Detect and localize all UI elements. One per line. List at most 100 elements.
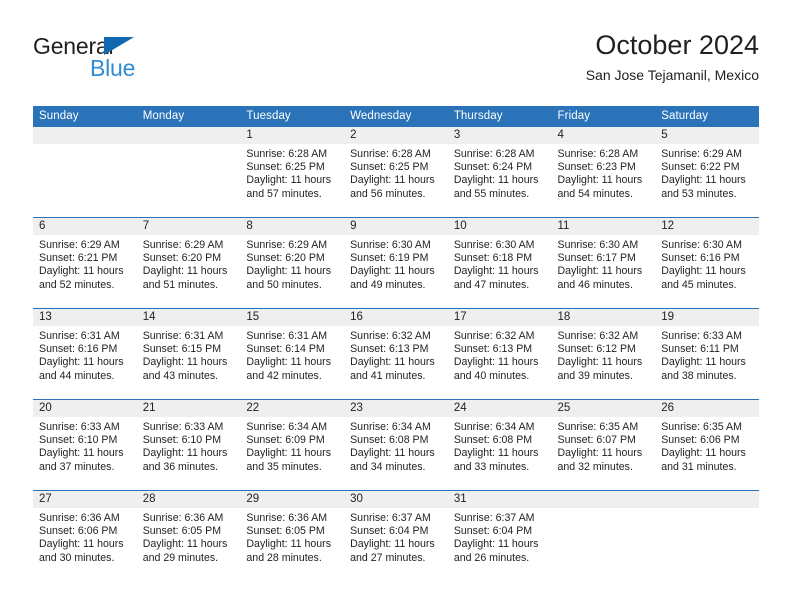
day-detail-line: Sunset: 6:22 PM (661, 161, 740, 174)
calendar-day-cell: 30 Sunrise: 6:37 AM Sunset: 6:04 PM Dayligh… (344, 490, 448, 581)
day-cell[interactable]: 24 Sunrise: 6:34 AM Sunset: 6:08 PM Dayligh… (447, 400, 552, 490)
day-cell[interactable]: 28 Sunrise: 6:36 AM Sunset: 6:05 PM Dayligh… (136, 491, 241, 581)
day-cell[interactable]: 15 Sunrise: 6:31 AM Sunset: 6:14 PM Dayligh… (240, 309, 345, 399)
day-cell[interactable]: 11 Sunrise: 6:30 AM Sunset: 6:17 PM Dayligh… (551, 218, 656, 308)
day-details (655, 508, 759, 512)
day-detail-line: Sunrise: 6:33 AM (39, 421, 120, 433)
day-detail-line: Sunset: 6:09 PM (246, 434, 325, 447)
day-detail-line: Sunrise: 6:31 AM (39, 330, 120, 342)
calendar-day-cell: 28 Sunrise: 6:36 AM Sunset: 6:05 PM Dayligh… (136, 490, 241, 581)
day-details: Sunrise: 6:36 AM Sunset: 6:06 PM Daylight:… (33, 508, 137, 565)
day-cell[interactable]: 21 Sunrise: 6:33 AM Sunset: 6:10 PM Dayligh… (136, 400, 241, 490)
day-detail-line: Sunset: 6:04 PM (350, 525, 429, 538)
day-detail-line: Sunrise: 6:30 AM (350, 239, 431, 251)
day-details: Sunrise: 6:29 AM Sunset: 6:22 PM Daylight:… (655, 144, 759, 201)
day-number: 21 (136, 400, 241, 417)
day-detail-line: Sunrise: 6:30 AM (661, 239, 742, 251)
day-detail-line: and 38 minutes. (661, 369, 737, 382)
day-detail-line: Sunset: 6:06 PM (661, 434, 740, 447)
calendar-week-row: 6 Sunrise: 6:29 AM Sunset: 6:21 PM Daylight… (33, 217, 759, 309)
day-detail-line: and 36 minutes. (142, 460, 219, 473)
day-number: 11 (551, 218, 656, 235)
day-cell[interactable]: 18 Sunrise: 6:32 AM Sunset: 6:12 PM Dayligh… (551, 309, 656, 399)
calendar-day-cell: 11 Sunrise: 6:30 AM Sunset: 6:17 PM Dayligh… (551, 217, 656, 309)
day-detail-line: Sunset: 6:10 PM (142, 434, 222, 447)
weekday-header-thursday: Thursday (447, 106, 552, 127)
day-detail-line: Sunrise: 6:31 AM (142, 330, 224, 342)
day-cell[interactable]: 31 Sunrise: 6:37 AM Sunset: 6:04 PM Dayligh… (447, 491, 552, 581)
day-cell[interactable]: 10 Sunrise: 6:30 AM Sunset: 6:18 PM Dayligh… (447, 218, 552, 308)
day-detail-line: and 52 minutes. (39, 278, 115, 291)
day-cell[interactable]: 2 Sunrise: 6:28 AM Sunset: 6:25 PM Daylight… (344, 127, 448, 217)
day-cell[interactable]: 12 Sunrise: 6:30 AM Sunset: 6:16 PM Dayligh… (655, 218, 759, 308)
day-cell[interactable]: 19 Sunrise: 6:33 AM Sunset: 6:11 PM Dayligh… (655, 309, 759, 399)
calendar-day-cell: 5 Sunrise: 6:29 AM Sunset: 6:22 PM Daylight… (655, 127, 759, 218)
calendar-day-cell (33, 127, 137, 218)
calendar-day-cell: 23 Sunrise: 6:34 AM Sunset: 6:08 PM Dayligh… (344, 399, 448, 491)
day-details: Sunrise: 6:33 AM Sunset: 6:10 PM Daylight:… (137, 417, 241, 474)
day-details: Sunrise: 6:33 AM Sunset: 6:10 PM Daylight:… (33, 417, 137, 474)
day-cell[interactable]: 8 Sunrise: 6:29 AM Sunset: 6:20 PM Daylight… (240, 218, 345, 308)
calendar-week-row: 13 Sunrise: 6:31 AM Sunset: 6:16 PM Dayligh… (33, 308, 759, 400)
day-cell[interactable]: 17 Sunrise: 6:32 AM Sunset: 6:13 PM Dayligh… (447, 309, 552, 399)
day-number: 4 (551, 127, 656, 144)
day-number (33, 127, 137, 144)
day-detail-line: Daylight: 11 hours (453, 265, 539, 278)
day-number (655, 491, 759, 508)
day-cell[interactable]: 9 Sunrise: 6:30 AM Sunset: 6:19 PM Daylight… (344, 218, 448, 308)
day-cell[interactable]: 5 Sunrise: 6:29 AM Sunset: 6:22 PM Daylight… (655, 127, 759, 217)
day-cell[interactable]: 13 Sunrise: 6:31 AM Sunset: 6:16 PM Dayligh… (33, 309, 137, 399)
day-cell[interactable]: 27 Sunrise: 6:36 AM Sunset: 6:06 PM Dayligh… (33, 491, 137, 581)
day-details: Sunrise: 6:35 AM Sunset: 6:06 PM Daylight:… (655, 417, 759, 474)
day-detail-line: Sunrise: 6:34 AM (453, 421, 535, 433)
weekday-header-row: Sunday Monday Tuesday Wednesday Thursday… (33, 106, 759, 127)
day-cell[interactable]: 22 Sunrise: 6:34 AM Sunset: 6:09 PM Dayligh… (240, 400, 345, 490)
day-detail-line: and 42 minutes. (246, 369, 322, 382)
day-cell[interactable]: 6 Sunrise: 6:29 AM Sunset: 6:21 PM Daylight… (33, 218, 137, 308)
day-cell[interactable]: 4 Sunrise: 6:28 AM Sunset: 6:23 PM Daylight… (551, 127, 656, 217)
day-cell[interactable]: 26 Sunrise: 6:35 AM Sunset: 6:06 PM Dayligh… (655, 400, 759, 490)
day-detail-line: Sunset: 6:13 PM (453, 343, 533, 356)
day-detail-line: Sunset: 6:05 PM (246, 525, 325, 538)
day-detail-line: Daylight: 11 hours (453, 538, 539, 551)
day-detail-line: Daylight: 11 hours (39, 538, 124, 551)
calendar-day-cell: 17 Sunrise: 6:32 AM Sunset: 6:13 PM Dayligh… (447, 308, 552, 400)
day-cell[interactable]: 20 Sunrise: 6:33 AM Sunset: 6:10 PM Dayligh… (33, 400, 137, 490)
day-cell[interactable]: 3 Sunrise: 6:28 AM Sunset: 6:24 PM Daylight… (447, 127, 552, 217)
day-detail-line: and 50 minutes. (246, 278, 322, 291)
day-details (33, 144, 137, 148)
day-detail-line: Sunset: 6:25 PM (350, 161, 429, 174)
calendar-day-cell: 21 Sunrise: 6:33 AM Sunset: 6:10 PM Dayligh… (136, 399, 241, 491)
day-detail-line: Daylight: 11 hours (661, 265, 746, 278)
day-details: Sunrise: 6:29 AM Sunset: 6:21 PM Daylight:… (33, 235, 137, 292)
day-details: Sunrise: 6:30 AM Sunset: 6:16 PM Daylight:… (655, 235, 759, 292)
day-detail-line: Sunrise: 6:35 AM (661, 421, 742, 433)
calendar-day-cell: 22 Sunrise: 6:34 AM Sunset: 6:09 PM Dayligh… (240, 399, 345, 491)
day-cell[interactable]: 25 Sunrise: 6:35 AM Sunset: 6:07 PM Dayligh… (551, 400, 656, 490)
day-cell[interactable]: 16 Sunrise: 6:32 AM Sunset: 6:13 PM Dayligh… (344, 309, 448, 399)
day-cell[interactable]: 30 Sunrise: 6:37 AM Sunset: 6:04 PM Dayligh… (344, 491, 448, 581)
day-number: 28 (136, 491, 241, 508)
day-detail-line: Sunrise: 6:32 AM (350, 330, 431, 342)
title-block: October 2024 San Jose Tejamanil, Mexico (586, 28, 759, 85)
day-cell[interactable]: 23 Sunrise: 6:34 AM Sunset: 6:08 PM Dayligh… (344, 400, 448, 490)
weekday-header-monday: Monday (136, 106, 241, 127)
day-detail-line: Sunrise: 6:28 AM (453, 148, 535, 160)
day-detail-line: Sunrise: 6:29 AM (39, 239, 120, 251)
day-detail-line: Sunset: 6:14 PM (246, 343, 325, 356)
day-cell[interactable]: 14 Sunrise: 6:31 AM Sunset: 6:15 PM Dayligh… (136, 309, 241, 399)
day-detail-line: Daylight: 11 hours (246, 447, 332, 460)
day-cell[interactable]: 1 Sunrise: 6:28 AM Sunset: 6:25 PM Daylight… (240, 127, 345, 217)
day-details: Sunrise: 6:34 AM Sunset: 6:08 PM Daylight:… (344, 417, 448, 474)
day-number: 14 (136, 309, 241, 326)
day-detail-line: and 57 minutes. (246, 187, 322, 200)
day-number: 9 (344, 218, 448, 235)
day-number: 20 (33, 400, 137, 417)
day-detail-line: Sunset: 6:19 PM (350, 252, 429, 265)
day-cell[interactable]: 7 Sunrise: 6:29 AM Sunset: 6:20 PM Daylight… (136, 218, 241, 308)
day-detail-line: Daylight: 11 hours (350, 356, 435, 369)
day-number: 8 (240, 218, 345, 235)
day-detail-line: Daylight: 11 hours (350, 538, 435, 551)
calendar-day-cell: 12 Sunrise: 6:30 AM Sunset: 6:16 PM Dayligh… (655, 217, 759, 309)
day-cell[interactable]: 29 Sunrise: 6:36 AM Sunset: 6:05 PM Dayligh… (240, 491, 345, 581)
